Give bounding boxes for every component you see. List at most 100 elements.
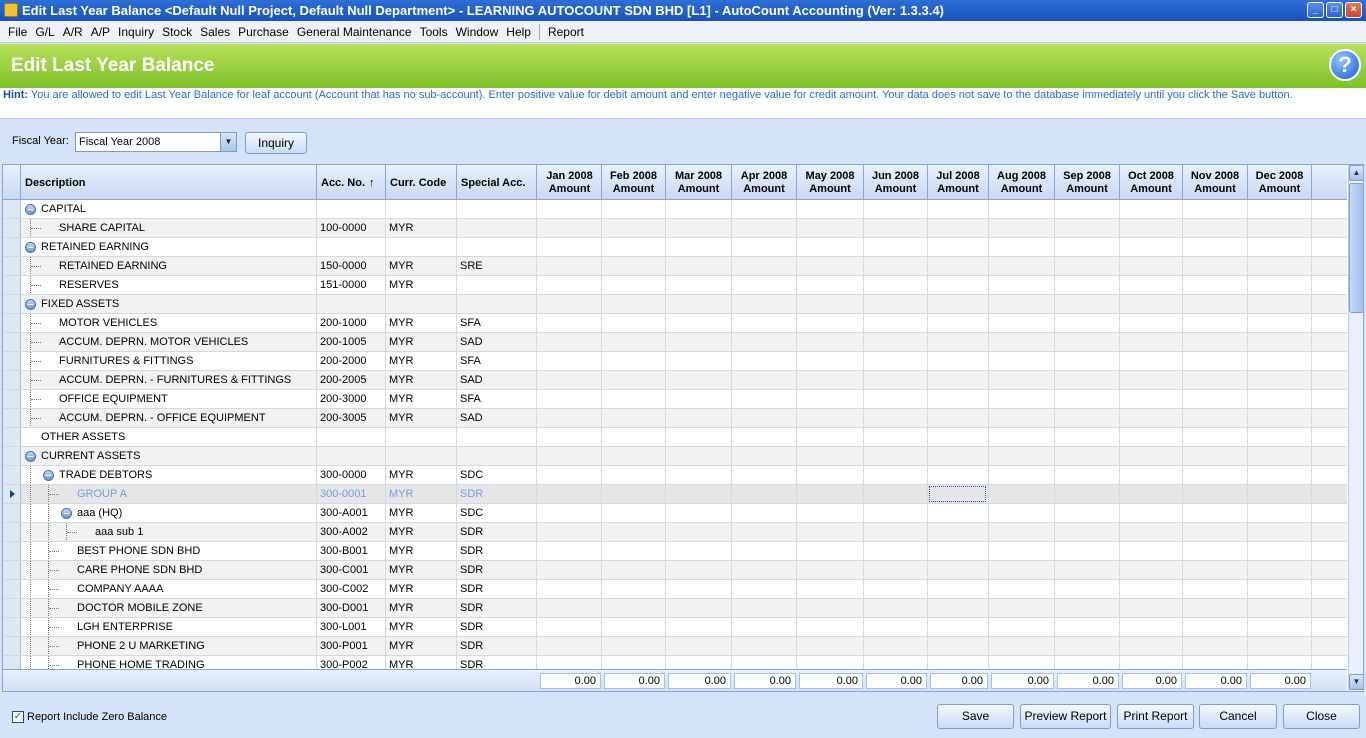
cell-month-amount[interactable] — [1183, 257, 1248, 275]
row-indicator[interactable] — [3, 637, 21, 655]
scroll-thumb[interactable] — [1349, 183, 1363, 313]
cell-month-amount[interactable] — [928, 219, 989, 237]
cell-description[interactable]: OFFICE EQUIPMENT — [21, 390, 317, 408]
cell-month-amount[interactable] — [1120, 561, 1183, 579]
column-header-month[interactable]: Jul 2008 Amount — [928, 165, 989, 200]
cell-month-amount[interactable] — [1120, 485, 1183, 503]
cell-month-amount[interactable] — [864, 314, 928, 332]
cell-month-amount[interactable] — [732, 295, 797, 313]
cell-month-amount[interactable] — [538, 371, 602, 389]
cell-acc-no[interactable]: 151-0000 — [317, 276, 386, 294]
cell-month-amount[interactable] — [928, 599, 989, 617]
cell-month-amount[interactable] — [602, 219, 666, 237]
cell-month-amount[interactable] — [666, 219, 732, 237]
cell-month-amount[interactable] — [989, 295, 1055, 313]
cell-month-amount[interactable] — [666, 561, 732, 579]
cell-month-amount[interactable] — [1120, 599, 1183, 617]
maximize-button[interactable]: □ — [1326, 2, 1343, 18]
cell-acc-no[interactable]: 300-P001 — [317, 637, 386, 655]
cell-month-amount[interactable] — [1183, 428, 1248, 446]
cell-month-amount[interactable] — [1055, 371, 1120, 389]
cell-month-amount[interactable] — [666, 428, 732, 446]
cell-month-amount[interactable] — [1248, 523, 1312, 541]
cell-month-amount[interactable] — [1183, 637, 1248, 655]
table-row[interactable]: RESERVES 151-0000 MYR — [3, 276, 1347, 295]
cell-month-amount[interactable] — [1183, 599, 1248, 617]
cell-month-amount[interactable] — [1183, 580, 1248, 598]
cell-month-amount[interactable] — [797, 637, 864, 655]
cell-month-amount[interactable] — [797, 314, 864, 332]
menu-ar[interactable]: A/R — [59, 25, 87, 39]
cell-special-acc[interactable]: SDR — [457, 656, 537, 669]
row-indicator[interactable] — [3, 542, 21, 560]
cell-description[interactable]: GROUP A — [21, 485, 317, 503]
cell-month-amount[interactable] — [538, 447, 602, 465]
close-button[interactable]: Close — [1283, 704, 1360, 729]
cell-special-acc[interactable]: SDR — [457, 561, 537, 579]
cell-curr-code[interactable] — [386, 295, 457, 313]
cell-month-amount[interactable] — [1183, 656, 1248, 669]
cell-month-amount[interactable] — [666, 447, 732, 465]
cell-month-amount[interactable] — [1120, 428, 1183, 446]
minimize-button[interactable]: _ — [1307, 2, 1324, 18]
table-row[interactable]: LGH ENTERPRISE 300-L001 MYR SDR — [3, 618, 1347, 637]
cell-month-amount[interactable] — [538, 561, 602, 579]
cell-month-amount[interactable] — [1120, 618, 1183, 636]
cell-month-amount[interactable] — [864, 466, 928, 484]
cell-month-amount[interactable] — [864, 599, 928, 617]
cell-month-amount[interactable] — [797, 542, 864, 560]
cell-month-amount[interactable] — [1183, 238, 1248, 256]
cell-month-amount[interactable] — [1055, 352, 1120, 370]
row-indicator[interactable] — [3, 561, 21, 579]
row-indicator[interactable] — [3, 219, 21, 237]
cell-month-amount[interactable] — [1120, 238, 1183, 256]
cell-month-amount[interactable] — [538, 656, 602, 669]
cell-month-amount[interactable] — [666, 352, 732, 370]
cell-month-amount[interactable] — [666, 257, 732, 275]
cell-month-amount[interactable] — [666, 295, 732, 313]
cell-month-amount[interactable] — [864, 257, 928, 275]
cell-curr-code[interactable] — [386, 428, 457, 446]
cell-month-amount[interactable] — [602, 466, 666, 484]
cell-month-amount[interactable] — [538, 200, 602, 218]
cell-curr-code[interactable]: MYR — [386, 580, 457, 598]
cell-month-amount[interactable] — [1055, 561, 1120, 579]
cell-acc-no[interactable]: 300-A002 — [317, 523, 386, 541]
cell-month-amount[interactable] — [732, 390, 797, 408]
cell-month-amount[interactable] — [1120, 523, 1183, 541]
cell-acc-no[interactable]: 300-P002 — [317, 656, 386, 669]
cell-acc-no[interactable] — [317, 238, 386, 256]
cell-month-amount[interactable] — [989, 371, 1055, 389]
cell-month-amount[interactable] — [1183, 219, 1248, 237]
cell-month-amount[interactable] — [797, 200, 864, 218]
cell-month-amount[interactable] — [989, 599, 1055, 617]
cell-month-amount[interactable] — [1120, 637, 1183, 655]
column-header-curr-code[interactable]: Curr. Code — [386, 165, 457, 200]
column-header-month[interactable]: Apr 2008 Amount — [732, 165, 797, 200]
collapse-node-icon[interactable] — [25, 204, 36, 215]
cancel-button[interactable]: Cancel — [1199, 704, 1277, 729]
cell-curr-code[interactable]: MYR — [386, 352, 457, 370]
cell-month-amount[interactable] — [797, 656, 864, 669]
cell-month-amount[interactable] — [1055, 523, 1120, 541]
cell-month-amount[interactable] — [1055, 409, 1120, 427]
cell-month-amount[interactable] — [538, 618, 602, 636]
table-row[interactable]: MOTOR VEHICLES 200-1000 MYR SFA — [3, 314, 1347, 333]
cell-month-amount[interactable] — [1055, 599, 1120, 617]
cell-month-amount[interactable] — [1248, 333, 1312, 351]
cell-month-amount[interactable] — [928, 276, 989, 294]
vertical-scrollbar[interactable]: ▲ ▼ — [1348, 165, 1363, 691]
row-indicator[interactable] — [3, 428, 21, 446]
cell-month-amount[interactable] — [928, 295, 989, 313]
cell-curr-code[interactable]: MYR — [386, 599, 457, 617]
cell-month-amount[interactable] — [989, 352, 1055, 370]
cell-month-amount[interactable] — [864, 447, 928, 465]
cell-month-amount[interactable] — [797, 580, 864, 598]
cell-special-acc[interactable]: SFA — [457, 314, 537, 332]
cell-month-amount[interactable] — [989, 618, 1055, 636]
cell-month-amount[interactable] — [666, 200, 732, 218]
cell-month-amount[interactable] — [1248, 561, 1312, 579]
cell-acc-no[interactable]: 200-3000 — [317, 390, 386, 408]
menu-ap[interactable]: A/P — [87, 25, 114, 39]
cell-special-acc[interactable]: SAD — [457, 333, 537, 351]
